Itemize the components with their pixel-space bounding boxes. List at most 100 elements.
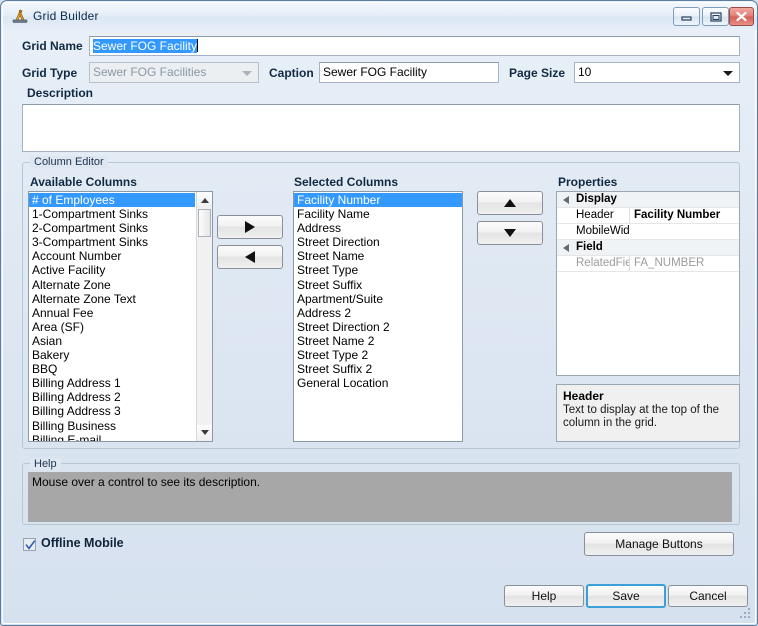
property-category-row[interactable]: Field xyxy=(557,240,739,256)
properties-grid[interactable]: Display Header Facility NumberMobileWidth F… xyxy=(556,191,740,376)
remove-column-button[interactable]: ◀ xyxy=(217,245,283,269)
available-column-item[interactable]: 1-Compartment Sinks xyxy=(29,207,195,221)
page-size-value: 10 xyxy=(578,65,592,79)
triangle-up-icon xyxy=(504,199,516,207)
available-column-item[interactable]: Active Facility xyxy=(29,263,195,277)
help-legend: Help xyxy=(30,458,61,470)
minimize-button[interactable] xyxy=(673,7,700,26)
selected-column-item[interactable]: Street Direction xyxy=(294,235,462,249)
page-size-select[interactable]: 10 xyxy=(574,62,740,83)
property-description-panel: Header Text to display at the top of the… xyxy=(556,384,740,442)
available-column-item[interactable]: Account Number xyxy=(29,249,195,263)
property-description-body: Text to display at the top of the column… xyxy=(563,404,719,429)
available-column-item[interactable]: Area (SF) xyxy=(29,320,195,334)
triangle-down-icon xyxy=(200,430,209,435)
available-columns-list[interactable]: # of Employees 1-Compartment Sinks 2-Compa… xyxy=(28,191,213,442)
triangle-up-icon xyxy=(200,198,209,203)
selected-columns-label: Selected Columns xyxy=(294,175,399,189)
available-column-item[interactable]: Billing Business xyxy=(29,419,195,433)
resize-grip[interactable] xyxy=(739,608,752,621)
chevron-down-icon xyxy=(723,70,733,76)
available-column-item[interactable]: # of Employees xyxy=(29,193,195,208)
available-column-item[interactable]: Annual Fee xyxy=(29,306,195,320)
property-category-row[interactable]: Display xyxy=(557,192,739,208)
available-column-item[interactable]: Billing E-mail xyxy=(29,433,195,441)
property-category-name: Field xyxy=(576,241,603,253)
selected-column-item[interactable]: Street Type 2 xyxy=(294,348,462,362)
available-column-item[interactable]: Asian xyxy=(29,334,195,348)
available-column-item[interactable]: BBQ xyxy=(29,362,195,376)
save-button[interactable]: Save xyxy=(586,584,666,608)
close-button[interactable] xyxy=(729,7,754,26)
offline-mobile-checkbox[interactable] xyxy=(23,538,36,551)
selected-column-item[interactable]: Facility Number xyxy=(294,193,462,208)
available-columns-label: Available Columns xyxy=(30,175,137,189)
grid-type-label: Grid Type xyxy=(22,66,78,80)
page-size-label: Page Size xyxy=(509,66,566,80)
grid-name-input[interactable]: Sewer FOG Facility xyxy=(89,36,740,56)
window-title: Grid Builder xyxy=(33,9,99,23)
triangle-left-icon xyxy=(245,251,255,263)
available-column-item[interactable]: 3-Compartment Sinks xyxy=(29,235,195,249)
triangle-down-icon xyxy=(504,229,516,237)
property-row[interactable]: RelatedFieldFA_NUMBER xyxy=(557,256,739,272)
maximize-button[interactable] xyxy=(702,7,729,26)
selected-column-item[interactable]: Street Suffix 2 xyxy=(294,362,462,376)
title-bar[interactable]: Grid Builder xyxy=(3,3,757,30)
description-textarea[interactable] xyxy=(22,104,740,152)
property-row[interactable]: MobileWidth xyxy=(557,224,739,240)
selected-column-item[interactable]: Street Suffix xyxy=(294,278,462,292)
cancel-button[interactable]: Cancel xyxy=(668,585,748,607)
add-column-button[interactable]: ▶ xyxy=(217,215,283,239)
selected-column-item[interactable]: Facility Name xyxy=(294,207,462,221)
scroll-down-button[interactable] xyxy=(197,425,212,441)
properties-label: Properties xyxy=(558,175,618,189)
selected-column-item[interactable]: Street Name xyxy=(294,249,462,263)
offline-mobile-label: Offline Mobile xyxy=(41,536,124,550)
property-name: Header xyxy=(576,209,614,221)
help-button[interactable]: Help xyxy=(504,585,584,607)
column-editor-legend: Column Editor xyxy=(30,156,108,168)
property-name: MobileWidth xyxy=(576,225,629,237)
scroll-up-button[interactable] xyxy=(197,192,212,208)
grid-name-value: Sewer FOG Facility xyxy=(93,39,198,53)
selected-column-item[interactable]: Address 2 xyxy=(294,306,462,320)
grid-builder-window: Grid Builder Grid Name Sewer FOG Facilit… xyxy=(0,0,758,626)
available-column-item[interactable]: Billing Address 2 xyxy=(29,390,195,404)
caption-input[interactable]: Sewer FOG Facility xyxy=(319,62,499,83)
selected-columns-list[interactable]: Facility Number Facility Name Address Stree… xyxy=(293,191,463,442)
triangle-right-icon xyxy=(245,221,255,233)
property-value[interactable]: FA_NUMBER xyxy=(629,256,739,271)
selected-column-item[interactable]: Apartment/Suite xyxy=(294,292,462,306)
chevron-down-icon xyxy=(242,70,252,76)
available-column-item[interactable]: Alternate Zone Text xyxy=(29,292,195,306)
available-column-item[interactable]: Alternate Zone xyxy=(29,278,195,292)
help-message: Mouse over a control to see its descript… xyxy=(28,472,732,522)
grid-name-label: Grid Name xyxy=(22,39,83,53)
property-category-name: Display xyxy=(576,193,617,205)
caption-label: Caption xyxy=(269,66,314,80)
selected-column-item[interactable]: Street Type xyxy=(294,263,462,277)
available-column-item[interactable]: Billing Address 1 xyxy=(29,376,195,390)
caption-value: Sewer FOG Facility xyxy=(323,65,428,79)
move-down-button[interactable]: ▼ xyxy=(477,221,543,245)
move-up-button[interactable]: ▲ xyxy=(477,191,543,215)
available-column-item[interactable]: 2-Compartment Sinks xyxy=(29,221,195,235)
description-label: Description xyxy=(27,86,94,100)
selected-column-item[interactable]: General Location xyxy=(294,376,462,390)
selected-column-item[interactable]: Street Direction 2 xyxy=(294,320,462,334)
property-value[interactable]: Facility Number xyxy=(629,208,739,223)
grid-type-value: Sewer FOG Facilities xyxy=(93,65,207,79)
available-column-item[interactable]: Bakery xyxy=(29,348,195,362)
drafting-tools-icon xyxy=(11,8,29,26)
property-name: RelatedField xyxy=(576,257,629,269)
selected-column-item[interactable]: Street Name 2 xyxy=(294,334,462,348)
grid-type-select[interactable]: Sewer FOG Facilities xyxy=(89,62,259,83)
selected-column-item[interactable]: Address xyxy=(294,221,462,235)
text-caret xyxy=(197,39,199,52)
available-column-item[interactable]: Billing Address 3 xyxy=(29,404,195,418)
available-columns-scrollbar[interactable] xyxy=(196,192,212,441)
property-row[interactable]: Header Facility Number xyxy=(557,208,739,224)
scrollbar-thumb[interactable] xyxy=(198,209,211,237)
manage-buttons-button[interactable]: Manage Buttons xyxy=(584,532,734,556)
